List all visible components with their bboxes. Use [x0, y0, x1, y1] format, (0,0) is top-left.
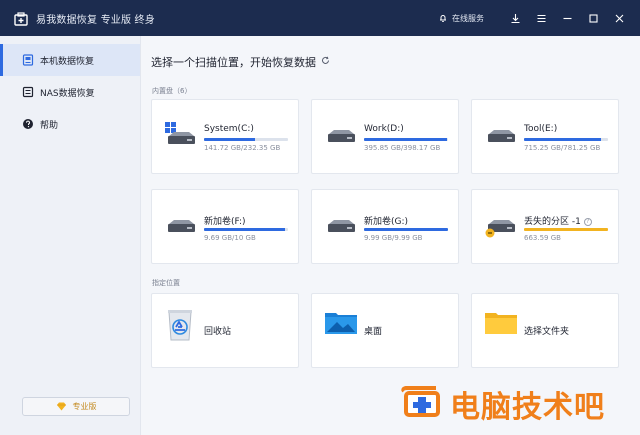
drive-size: 141.72 GB/232.35 GB: [204, 144, 281, 152]
window-title: 易我数据恢复 专业版 终身: [36, 14, 155, 26]
drive-usage-bar: [524, 228, 608, 231]
download-icon: [511, 13, 519, 23]
menu-icon: [537, 14, 545, 22]
drive-name: 丢失的分区 -1: [524, 217, 581, 227]
page-title: 选择一个扫描位置，开始恢复数据: [151, 54, 330, 70]
drive-card-d[interactable]: Work(D:) 395.85 GB/398.17 GB: [311, 99, 459, 174]
drive-card-lost-partition[interactable]: 丢失的分区 -1? 663.59 GB: [471, 189, 619, 264]
drive-usage-bar: [364, 228, 448, 231]
drive-card-c[interactable]: System(C:) 141.72 GB/232.35 GB: [151, 99, 299, 174]
app-logo-icon: [14, 11, 28, 26]
question-mark-icon[interactable]: ?: [583, 217, 592, 226]
drive-card-f[interactable]: 新加卷(F:) 9.69 GB/10 GB: [151, 189, 299, 264]
hard-drive-icon: [485, 122, 517, 152]
drive-name: 新加卷(G:): [364, 217, 409, 227]
drive-usage-fill: [204, 138, 256, 141]
minimize-button[interactable]: [556, 7, 578, 29]
drive-usage-fill: [364, 138, 448, 141]
location-card-desktop[interactable]: 桌面: [311, 293, 459, 368]
refresh-icon[interactable]: [321, 56, 330, 68]
close-icon: [615, 14, 623, 22]
sidebar: 本机数据恢复 NAS数据恢复 帮助 专业版: [0, 36, 141, 435]
title-bar: 易我数据恢复 专业版 终身 在线服务: [0, 0, 640, 36]
sidebar-item-label: 帮助: [40, 120, 59, 131]
download-button[interactable]: [504, 7, 526, 29]
bell-icon: [440, 15, 446, 22]
location-name: 回收站: [204, 327, 232, 337]
nas-icon: [22, 86, 34, 98]
drive-card-e[interactable]: Tool(E:) 715.25 GB/781.25 GB: [471, 99, 619, 174]
drive-usage-fill: [364, 228, 448, 231]
title-bar-controls: 在线服务: [438, 0, 630, 36]
drive-size: 663.59 GB: [524, 234, 561, 242]
computer-medical-logo-icon: [401, 386, 440, 417]
sidebar-item-label: 本机数据恢复: [40, 56, 95, 67]
watermark-text: 电脑技术吧: [450, 390, 605, 425]
drive-name: System(C:): [204, 124, 254, 134]
close-button[interactable]: [608, 7, 630, 29]
desktop-icon: [325, 310, 357, 340]
sidebar-item-help[interactable]: 帮助: [0, 108, 140, 140]
drive-size: 9.69 GB/10 GB: [204, 234, 256, 242]
drive-usage-fill: [204, 228, 286, 231]
sidebar-item-local-recovery[interactable]: 本机数据恢复: [0, 44, 140, 76]
maximize-button[interactable]: [582, 7, 604, 29]
lost-partition-icon: [485, 212, 517, 242]
online-service-button[interactable]: 在线服务: [438, 13, 484, 24]
drives-section-label: 内置盘（6）: [152, 87, 192, 95]
drive-usage-bar: [524, 138, 608, 141]
drive-usage-bar: [364, 138, 448, 141]
minimize-icon: [563, 17, 571, 19]
online-service-label: 在线服务: [452, 13, 484, 23]
help-icon: [22, 118, 34, 130]
diamond-icon: [56, 402, 66, 411]
page-title-text: 选择一个扫描位置，开始恢复数据: [151, 56, 316, 69]
location-name: 桌面: [364, 327, 383, 337]
location-card-choose-folder[interactable]: 选择文件夹: [471, 293, 619, 368]
drive-card-g[interactable]: 新加卷(G:) 9.99 GB/9.99 GB: [311, 189, 459, 264]
drive-name: Work(D:): [364, 124, 404, 134]
drive-name: Tool(E:): [524, 124, 558, 134]
drive-size: 395.85 GB/398.17 GB: [364, 144, 441, 152]
drive-name: 新加卷(F:): [204, 217, 246, 227]
pro-edition-label: 专业版: [72, 402, 97, 411]
recycle-bin-icon: [166, 308, 198, 342]
location-name: 选择文件夹: [524, 327, 570, 337]
hard-drive-icon: [325, 122, 357, 152]
hard-drive-icon: [165, 212, 197, 242]
drive-usage-bar: [204, 138, 288, 141]
sidebar-item-nas-recovery[interactable]: NAS数据恢复: [0, 76, 140, 108]
pro-edition-button[interactable]: 专业版: [22, 397, 130, 416]
local-recovery-icon: [22, 54, 34, 66]
menu-button[interactable]: [530, 7, 552, 29]
watermark: 电脑技术吧: [398, 382, 605, 426]
windows-drive-icon: [165, 122, 197, 152]
locations-section-label: 指定位置: [152, 279, 180, 287]
drive-size: 715.25 GB/781.25 GB: [524, 144, 601, 152]
hard-drive-icon: [325, 212, 357, 242]
main-panel: 选择一个扫描位置，开始恢复数据 内置盘（6） System(C:) 141.72…: [141, 36, 640, 435]
folder-icon: [485, 310, 517, 340]
location-card-recycle-bin[interactable]: 回收站: [151, 293, 299, 368]
drive-size: 9.99 GB/9.99 GB: [364, 234, 423, 242]
drive-usage-bar: [204, 228, 288, 231]
maximize-icon: [588, 13, 598, 23]
drive-name-row: 丢失的分区 -1?: [524, 214, 592, 227]
sidebar-item-label: NAS数据恢复: [40, 88, 95, 99]
drive-usage-fill: [524, 138, 602, 141]
drive-usage-fill: [524, 228, 608, 231]
